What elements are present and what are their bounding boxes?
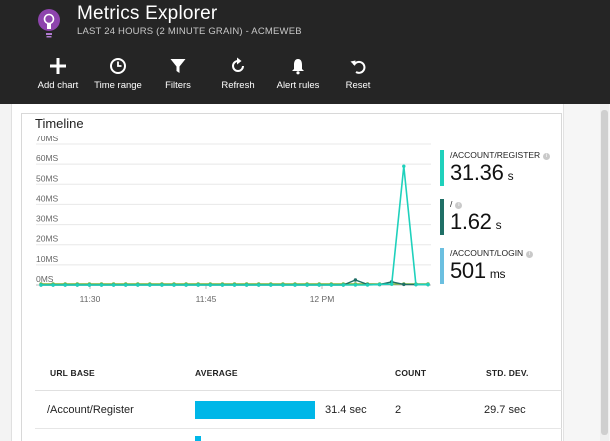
y-tick-label: 60MS xyxy=(36,153,59,163)
x-tick-label: 12 PM xyxy=(310,294,335,304)
data-point xyxy=(124,283,128,287)
column-header-average[interactable]: AVERAGE xyxy=(195,368,238,378)
info-icon[interactable]: i xyxy=(526,251,534,258)
data-point xyxy=(402,164,406,168)
data-point xyxy=(426,282,430,287)
reset-button[interactable]: Reset xyxy=(328,55,388,95)
data-point xyxy=(51,283,55,287)
y-tick-label: 70MS xyxy=(36,136,59,143)
blade-header: Metrics Explorer LAST 24 HOURS (2 MINUTE… xyxy=(0,0,610,104)
std-dev-cell: 29.7 sec xyxy=(484,404,526,416)
chart-title: Timeline xyxy=(35,116,84,131)
data-point xyxy=(353,283,358,287)
legend-color-bar xyxy=(440,199,444,235)
timeline-chart[interactable]: 0MS 10MS 20MS 30MS 40MS 50MS 60MS 70MS 11:30 11:4… xyxy=(36,136,436,311)
legend-name: /ACCOUNT/LOGIN i xyxy=(450,248,534,258)
undo-icon xyxy=(350,60,366,74)
plus-icon xyxy=(50,58,66,74)
data-point xyxy=(365,283,370,287)
filters-button[interactable]: Filters xyxy=(148,55,208,95)
info-icon[interactable]: i xyxy=(543,153,551,160)
clock-icon xyxy=(110,58,126,74)
legend-name: /ACCOUNT/REGISTER i xyxy=(450,150,551,160)
table-header-divider xyxy=(35,390,562,391)
column-header-url-base[interactable]: URL BASE xyxy=(50,368,95,378)
data-point xyxy=(136,283,140,287)
refresh-button[interactable]: Refresh xyxy=(208,55,268,95)
data-point xyxy=(75,283,79,287)
filter-icon xyxy=(170,59,186,73)
data-point xyxy=(196,283,200,287)
data-point xyxy=(293,283,297,287)
column-header-std-dev[interactable]: STD. DEV. xyxy=(486,368,529,378)
legend-color-bar xyxy=(440,248,444,284)
add-chart-label: Add chart xyxy=(37,80,79,91)
time-range-button[interactable]: Time range xyxy=(88,55,148,95)
data-point xyxy=(148,283,152,287)
average-bar xyxy=(195,401,315,419)
data-point xyxy=(402,282,406,287)
x-tick-label: 11:30 xyxy=(80,294,101,304)
legend-color-bar xyxy=(440,150,444,186)
data-point xyxy=(172,283,176,287)
info-icon[interactable]: i xyxy=(455,202,463,209)
row-divider xyxy=(35,428,562,429)
y-tick-label: 40MS xyxy=(36,193,59,203)
blade-title: Metrics Explorer xyxy=(77,3,218,24)
left-gutter xyxy=(0,104,12,441)
data-point xyxy=(329,283,333,287)
average-cell: 31.4 sec xyxy=(325,404,367,416)
data-point xyxy=(281,283,285,287)
data-point xyxy=(111,283,116,287)
data-point xyxy=(269,283,273,287)
alert-rules-button[interactable]: Alert rules xyxy=(268,55,328,95)
metrics-explorer-blade: Metrics Explorer LAST 24 HOURS (2 MINUTE… xyxy=(0,0,610,441)
alert-rules-label: Alert rules xyxy=(276,80,320,91)
refresh-icon xyxy=(232,57,244,72)
x-tick-label: 11:45 xyxy=(196,294,217,304)
legend-value: 1.62 s xyxy=(450,209,502,234)
data-point xyxy=(257,283,261,287)
legend-value: 501 ms xyxy=(450,258,506,283)
data-point xyxy=(160,283,164,287)
add-chart-button[interactable]: Add chart xyxy=(28,55,88,95)
data-point xyxy=(353,278,358,282)
bell-icon xyxy=(292,59,304,75)
data-point xyxy=(390,282,394,286)
column-header-count[interactable]: COUNT xyxy=(395,368,426,378)
data-point xyxy=(63,283,67,287)
y-tick-label: 50MS xyxy=(36,173,59,183)
data-point xyxy=(305,283,309,287)
data-point xyxy=(184,283,188,287)
data-point xyxy=(39,283,43,287)
url-base-cell: /Account/Register xyxy=(47,404,134,416)
data-point xyxy=(220,283,225,287)
y-tick-label: 0MS xyxy=(36,274,54,284)
data-point xyxy=(87,283,92,287)
filters-label: Filters xyxy=(165,80,191,91)
scrollbar-thumb[interactable] xyxy=(601,110,608,435)
reset-label: Reset xyxy=(345,80,371,91)
y-tick-label: 20MS xyxy=(36,234,59,244)
data-point xyxy=(317,283,321,287)
legend-value: 31.36 s xyxy=(450,160,514,185)
command-bar: Add chart Time range Filters Refresh Ale… xyxy=(28,55,388,95)
refresh-label: Refresh xyxy=(221,80,255,91)
legend-name: / i xyxy=(450,199,463,209)
data-point xyxy=(99,283,104,287)
data-point xyxy=(341,283,345,287)
lightbulb-icon xyxy=(38,9,60,38)
data-point xyxy=(232,283,237,287)
count-cell: 2 xyxy=(395,404,402,416)
data-point xyxy=(414,282,418,287)
data-point xyxy=(244,283,249,287)
data-point xyxy=(208,283,212,287)
y-tick-label: 10MS xyxy=(36,254,59,264)
blade-subtitle: LAST 24 HOURS (2 MINUTE GRAIN) - ACMEWEB xyxy=(77,26,302,37)
data-point xyxy=(377,282,382,287)
y-tick-label: 30MS xyxy=(36,214,59,224)
average-bar xyxy=(195,436,201,441)
time-range-label: Time range xyxy=(94,80,142,91)
